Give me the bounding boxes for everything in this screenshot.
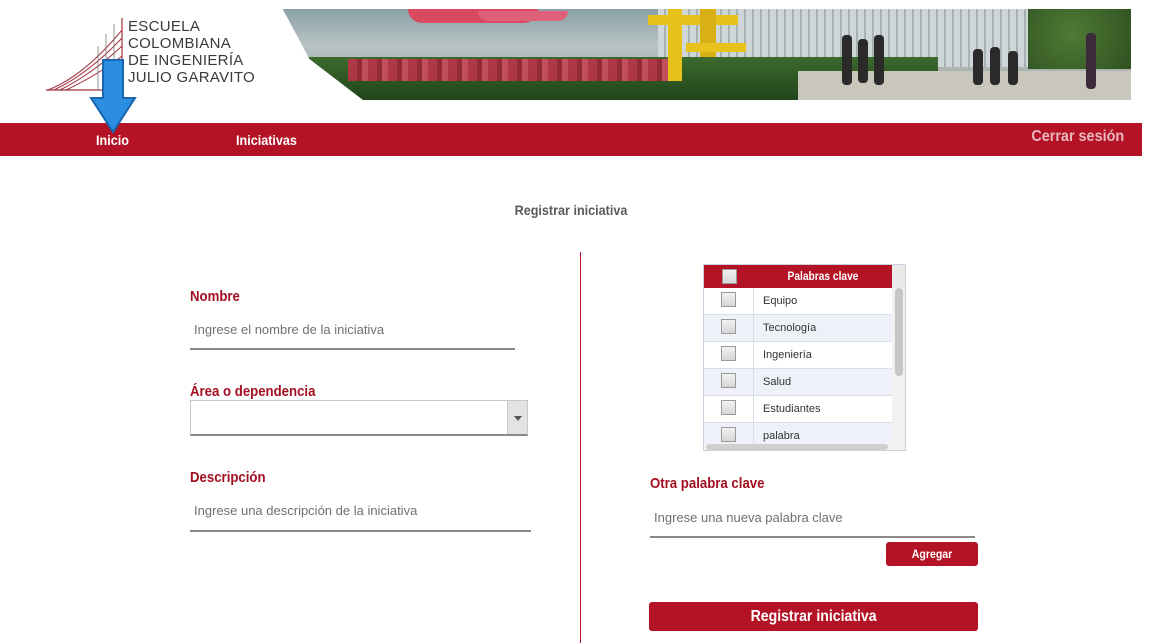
main-nav-bar: Inicio Iniciativas Cerrar sesión [0, 123, 1142, 156]
nav-item-iniciativas[interactable]: Iniciativas [236, 132, 297, 148]
area-label: Área o dependencia [190, 383, 316, 400]
submit-initiative-button-label: Registrar iniciativa [750, 607, 877, 625]
area-select[interactable] [190, 400, 528, 436]
keyword-row[interactable]: Estudiantes [704, 396, 892, 423]
column-divider [580, 252, 581, 643]
keywords-rows: Equipo Tecnología Ingeniería Salud Estud… [704, 288, 892, 450]
logo-text: ESCUELA COLOMBIANA DE INGENIERÍA JULIO G… [128, 18, 255, 86]
keyword-row[interactable]: Ingeniería [704, 342, 892, 369]
keywords-grid-header: Palabras clave [704, 265, 892, 288]
checkbox-icon[interactable] [721, 373, 736, 388]
description-label: Descripción [190, 469, 266, 486]
keyword-label: Equipo [763, 295, 798, 307]
keyword-row[interactable]: Tecnología [704, 315, 892, 342]
keywords-grid: Palabras clave Equipo Tecnología Ingenie… [703, 264, 906, 451]
checkbox-icon[interactable] [721, 319, 736, 334]
chevron-down-icon[interactable] [507, 401, 527, 434]
submit-initiative-button[interactable]: Registrar iniciativa [649, 602, 978, 631]
logout-link[interactable]: Cerrar sesión [1031, 128, 1124, 146]
add-keyword-button[interactable]: Agregar [886, 542, 978, 566]
logo-line: ESCUELA [128, 18, 201, 35]
select-all-checkbox-icon[interactable] [722, 269, 737, 284]
description-input[interactable] [190, 490, 531, 532]
keyword-label: Salud [763, 376, 792, 388]
grid-vertical-scrollbar[interactable] [892, 288, 905, 450]
checkbox-icon[interactable] [721, 346, 736, 361]
logo-line: JULIO GARAVITO [128, 69, 256, 86]
checkbox-icon[interactable] [721, 400, 736, 415]
down-arrow-icon [89, 59, 137, 134]
checkbox-icon[interactable] [721, 292, 736, 307]
keyword-label: Ingeniería [763, 349, 812, 361]
keyword-row[interactable]: Salud [704, 369, 892, 396]
checkbox-icon[interactable] [721, 427, 736, 442]
grid-scroll-corner [892, 265, 905, 288]
page-title: Registrar iniciativa [514, 202, 628, 218]
nav-item-inicio[interactable]: Inicio [96, 132, 129, 148]
add-keyword-button-label: Agregar [911, 547, 953, 561]
name-label: Nombre [190, 288, 240, 305]
institution-logo: ESCUELA COLOMBIANA DE INGENIERÍA JULIO G… [44, 16, 264, 96]
logo-line: DE INGENIERÍA [128, 52, 244, 69]
keyword-label: Tecnología [763, 322, 817, 334]
keywords-header-label: Palabras clave [787, 269, 859, 283]
keyword-label: Estudiantes [763, 403, 821, 415]
keyword-row[interactable]: Equipo [704, 288, 892, 315]
keyword-label: palabra [763, 430, 800, 442]
other-keyword-input[interactable] [650, 498, 975, 538]
campus-banner-image [282, 9, 1131, 100]
grid-horizontal-scrollbar[interactable] [704, 443, 892, 450]
name-input[interactable] [190, 310, 515, 350]
other-keyword-label: Otra palabra clave [650, 475, 765, 492]
logo-line: COLOMBIANA [128, 35, 232, 52]
